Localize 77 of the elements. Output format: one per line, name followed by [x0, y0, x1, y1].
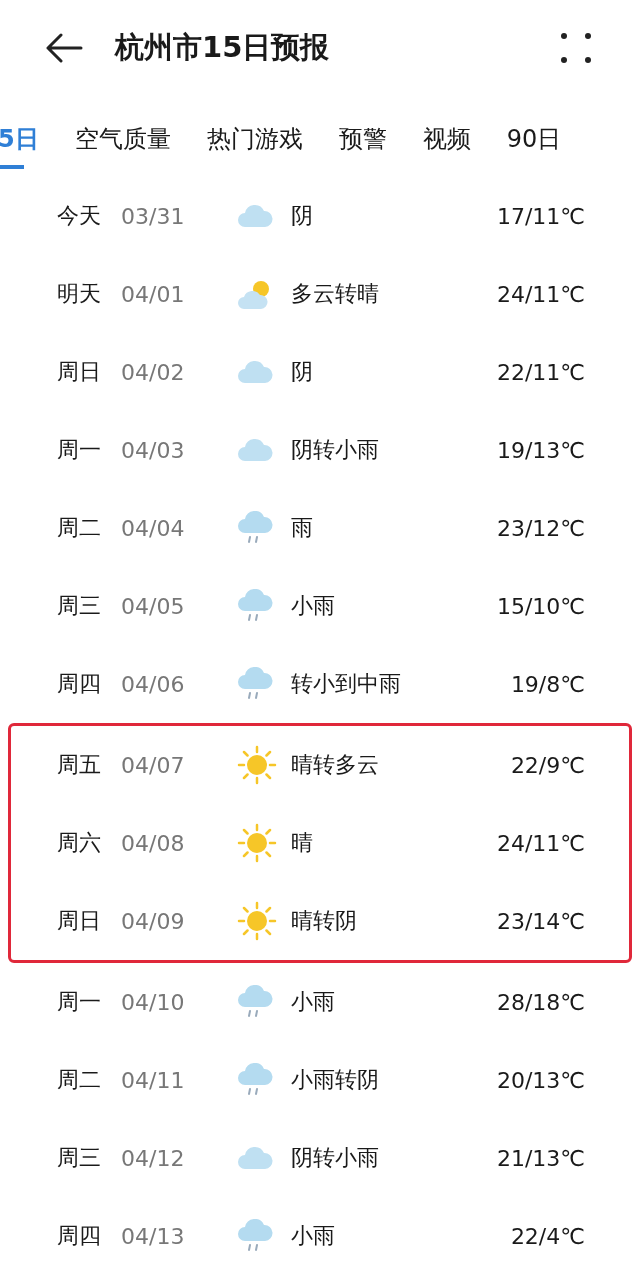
- tab[interactable]: 90日: [506, 95, 562, 169]
- tab[interactable]: 空气质量: [74, 95, 171, 169]
- temperature-range: 17/11℃: [496, 203, 585, 229]
- temperature-range: 24/11℃: [496, 281, 585, 307]
- cloud-icon: [237, 437, 273, 463]
- date-label: 04/13: [121, 1223, 186, 1249]
- cloud-icon: [237, 359, 273, 385]
- date-label: 04/10: [121, 989, 186, 1015]
- day-label: 明天: [57, 280, 102, 308]
- weather-condition: 转小到中雨: [291, 670, 402, 698]
- rain-cloud-icon: [237, 985, 273, 1019]
- rain-cloud-icon: [237, 1219, 273, 1253]
- temperature-range: 22/11℃: [496, 359, 585, 385]
- temperature-range: 22/9℃: [510, 752, 585, 778]
- weather-condition: 阴: [291, 358, 314, 386]
- date-label: 04/11: [121, 1067, 186, 1093]
- weather-condition: 阴: [291, 202, 314, 230]
- date-label: 04/09: [121, 908, 186, 934]
- sun-icon: [237, 745, 277, 785]
- day-label: 周五: [57, 751, 102, 779]
- day-label: 周四: [57, 1222, 102, 1250]
- date-label: 04/08: [121, 830, 186, 856]
- rain-cloud-icon: [237, 667, 273, 701]
- day-label: 今天: [57, 202, 102, 230]
- day-label: 周四: [57, 670, 102, 698]
- more-icon[interactable]: [560, 31, 592, 64]
- cloud-icon: [237, 1145, 273, 1171]
- tab[interactable]: 预警: [338, 95, 387, 169]
- day-label: 周六: [57, 829, 102, 857]
- day-label: 周二: [57, 514, 102, 542]
- back-arrow-icon[interactable]: [45, 32, 83, 63]
- cloud-icon: [237, 203, 273, 229]
- temperature-range: 21/13℃: [496, 1145, 585, 1171]
- temperature-range: 15/10℃: [496, 593, 585, 619]
- day-label: 周三: [57, 592, 102, 620]
- date-label: 04/02: [121, 359, 186, 385]
- rain-cloud-icon: [237, 1063, 273, 1097]
- day-label: 周二: [57, 1066, 102, 1094]
- weather-condition: 晴转多云: [291, 751, 380, 779]
- temperature-range: 19/8℃: [510, 671, 585, 697]
- weather-condition: 小雨转阴: [291, 1066, 380, 1094]
- weather-condition: 多云转晴: [291, 280, 380, 308]
- sun-icon: [237, 823, 277, 863]
- date-label: 04/03: [121, 437, 186, 463]
- temperature-range: 24/11℃: [496, 830, 585, 856]
- temperature-range: 19/13℃: [496, 437, 585, 463]
- temperature-range: 20/13℃: [496, 1067, 585, 1093]
- day-label: 周三: [57, 1144, 102, 1172]
- date-label: 04/12: [121, 1145, 186, 1171]
- date-label: 04/05: [121, 593, 186, 619]
- weather-condition: 小雨: [291, 988, 336, 1016]
- date-label: 04/06: [121, 671, 186, 697]
- day-label: 周一: [57, 988, 102, 1016]
- date-label: 04/01: [121, 281, 186, 307]
- temperature-range: 23/12℃: [496, 515, 585, 541]
- sun-icon: [237, 901, 277, 941]
- date-label: 04/04: [121, 515, 186, 541]
- weather-condition: 小雨: [291, 1222, 336, 1250]
- rain-cloud-icon: [237, 589, 273, 623]
- weather-condition: 晴: [291, 829, 314, 857]
- date-label: 04/07: [121, 752, 186, 778]
- weather-condition: 晴转阴: [291, 907, 358, 935]
- day-label: 周日: [57, 907, 102, 935]
- weather-condition: 阴转小雨: [291, 1144, 380, 1172]
- tab[interactable]: 视频: [422, 95, 471, 169]
- date-label: 03/31: [121, 203, 186, 229]
- day-label: 周日: [57, 358, 102, 386]
- tab[interactable]: 热门游戏: [206, 95, 303, 169]
- temperature-range: 28/18℃: [496, 989, 585, 1015]
- temperature-range: 22/4℃: [510, 1223, 585, 1249]
- page-title: 杭州市15日预报: [115, 28, 331, 66]
- weather-condition: 小雨: [291, 592, 336, 620]
- temperature-range: 23/14℃: [496, 908, 585, 934]
- weather-condition: 雨: [291, 514, 314, 542]
- weather-condition: 阴转小雨: [291, 436, 380, 464]
- rain-cloud-icon: [237, 511, 273, 545]
- day-label: 周一: [57, 436, 102, 464]
